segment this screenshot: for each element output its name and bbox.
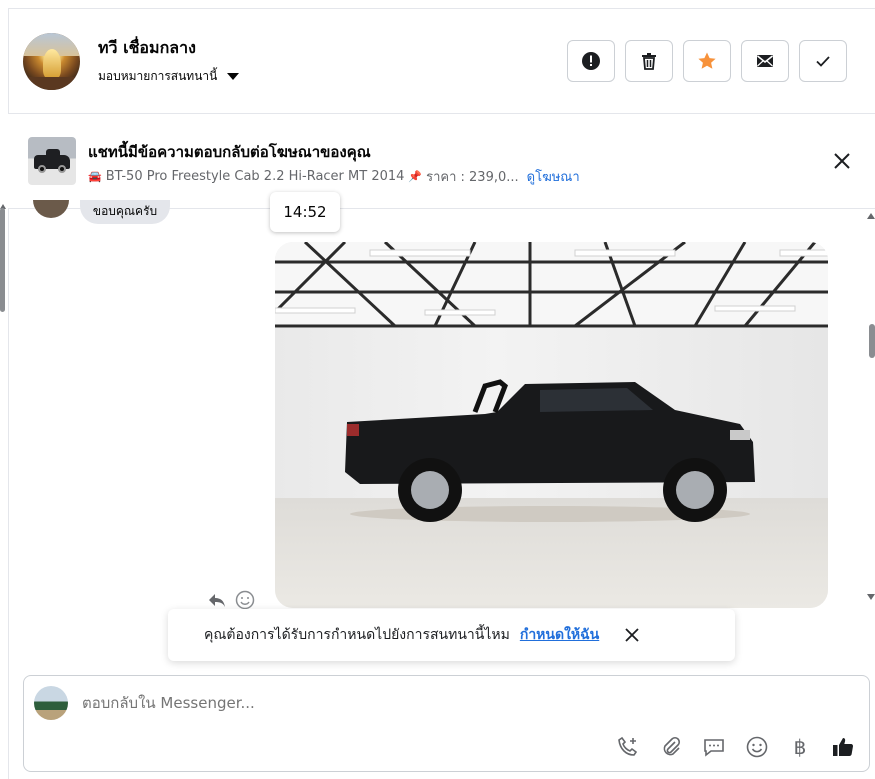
ad-banner-title: แชทนี้มีข้อความตอบกลับต่อโฆษณาของคุณ: [88, 143, 371, 161]
emoji-icon: [746, 736, 768, 758]
thumbs-up-icon: [833, 738, 854, 757]
ad-thumbnail[interactable]: [28, 137, 76, 185]
right-scrollbar-thumb[interactable]: [869, 324, 875, 358]
saved-replies-button[interactable]: [702, 735, 726, 759]
react-emoji-icon[interactable]: [235, 590, 255, 610]
like-button[interactable]: [831, 735, 855, 759]
contact-name[interactable]: ทวี เชื่อมกลาง: [98, 36, 196, 61]
close-icon[interactable]: [833, 152, 851, 170]
right-scroll-down-arrow[interactable]: [867, 594, 875, 600]
conversation-header: ทวี เชื่อมกลาง มอบหมายการสนทนานี้: [8, 8, 875, 114]
car-photo-message[interactable]: [275, 242, 828, 608]
car-emoji-icon: 🚘: [88, 170, 102, 183]
ad-listing-summary: 🚘 BT-50 Pro Freestyle Cab 2.2 Hi-Racer M…: [88, 166, 580, 187]
star-icon: [698, 52, 716, 69]
chevron-down-icon: [227, 73, 240, 80]
assign-to-me-toast: คุณต้องการได้รับการกำหนดไปยังการสนทนานี้…: [168, 609, 735, 661]
ad-price: ราคา : 239,0...: [426, 170, 519, 185]
spam-icon: [582, 52, 600, 70]
call-button[interactable]: [616, 735, 640, 759]
ad-listing-title: BT-50 Pro Freestyle Cab 2.2 Hi-Racer MT …: [105, 169, 405, 184]
right-scroll-up-arrow[interactable]: [867, 213, 875, 219]
close-icon[interactable]: [625, 628, 639, 642]
phone-add-icon: [618, 736, 638, 756]
assign-conversation-dropdown[interactable]: มอบหมายการสนทนานี้: [98, 67, 240, 86]
mark-done-button[interactable]: [799, 40, 847, 82]
left-scrollbar-thumb[interactable]: [0, 208, 5, 312]
mark-unread-button[interactable]: [741, 40, 789, 82]
timestamp-tooltip: 14:52: [270, 192, 340, 232]
star-button[interactable]: [683, 40, 731, 82]
ad-reply-banner: แชทนี้มีข้อความตอบกลับต่อโฆษณาของคุณ 🚘 B…: [8, 114, 875, 209]
emoji-button[interactable]: [745, 735, 769, 759]
pin-emoji-icon: 📌: [408, 170, 423, 183]
assign-to-me-link[interactable]: กำหนดให้ฉัน: [520, 624, 599, 646]
paperclip-icon: [663, 736, 681, 756]
page-avatar: [34, 686, 68, 720]
envelope-icon: [757, 55, 773, 67]
view-ad-link[interactable]: ดูโฆษณา: [527, 166, 580, 187]
message-composer: ฿: [23, 675, 870, 772]
previous-message-bubble[interactable]: ขอบคุณครับ: [80, 200, 170, 224]
message-actions: [207, 590, 255, 610]
delete-button[interactable]: [625, 40, 673, 82]
reply-icon[interactable]: [207, 590, 227, 610]
check-icon: [816, 56, 830, 67]
mark-spam-button[interactable]: [567, 40, 615, 82]
payment-button[interactable]: ฿: [788, 735, 812, 759]
attach-button[interactable]: [659, 735, 683, 759]
previous-message-text: ขอบคุณครับ: [92, 204, 158, 218]
baht-icon: ฿: [793, 735, 807, 759]
contact-avatar[interactable]: [23, 33, 80, 90]
trash-icon: [642, 53, 656, 70]
assign-prompt-text: คุณต้องการได้รับการกำหนดไปยังการสนทนานี้…: [204, 627, 510, 643]
reply-input[interactable]: [82, 694, 682, 712]
assign-label: มอบหมายการสนทนานี้: [98, 69, 218, 83]
chat-bubble-icon: [704, 739, 724, 757]
